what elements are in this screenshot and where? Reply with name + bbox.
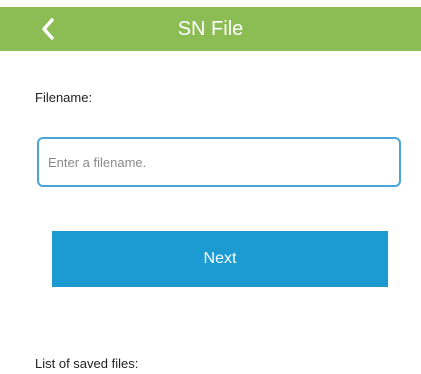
filename-label: Filename: — [35, 90, 93, 105]
saved-files-label: List of saved files: — [35, 356, 139, 371]
page-title: SN File — [177, 18, 244, 40]
filename-input[interactable] — [37, 137, 401, 187]
next-button[interactable]: Next — [52, 231, 388, 287]
app-bar: SN File — [0, 7, 421, 51]
